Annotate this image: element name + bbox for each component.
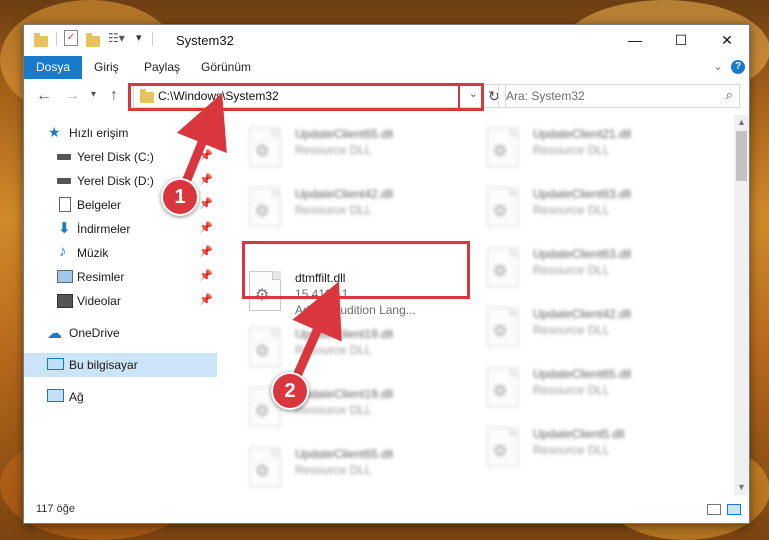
step-2-badge: 2 <box>271 372 309 410</box>
annotation-arrows <box>176 92 342 383</box>
arrow-2 <box>291 281 342 383</box>
arrow-1 <box>176 92 227 187</box>
step-1-badge: 1 <box>161 178 199 216</box>
